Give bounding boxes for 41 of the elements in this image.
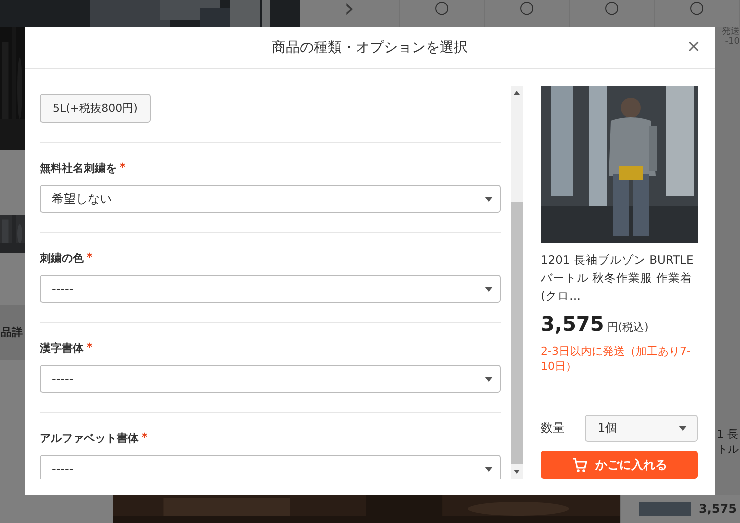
add-to-cart-button[interactable]: かごに入れる <box>541 451 698 479</box>
scroll-down-icon[interactable] <box>514 470 520 474</box>
field-label: 漢字書体 <box>40 341 84 356</box>
product-price: 3,575 <box>699 502 737 516</box>
price-unit: 円(税込) <box>607 320 649 335</box>
cart-icon <box>572 458 588 472</box>
radio-mark[interactable]: ○ <box>690 0 704 17</box>
close-button[interactable]: × <box>684 37 703 57</box>
field-label: 無料社名刺繍を <box>40 161 117 176</box>
shipping-info: 2-3日以内に発送（加工あり7-10日） <box>541 344 692 374</box>
required-mark: * <box>87 251 93 266</box>
field-label: 刺繍の色 <box>40 251 84 266</box>
field-label: アルファベット書体 <box>40 431 139 446</box>
product-name-line: トル <box>717 442 740 457</box>
caret-icon <box>485 196 493 202</box>
option-chip[interactable]: 5L(+税抜800円) <box>40 94 151 123</box>
required-mark: * <box>120 161 126 176</box>
caret-icon <box>679 426 687 431</box>
quantity-label: 数量 <box>541 420 565 437</box>
thumbnail <box>639 502 691 516</box>
section-heading: 品詳 <box>1 325 23 340</box>
product-name-line: 1 長 <box>717 427 740 442</box>
required-mark: * <box>87 341 93 356</box>
quantity-dropdown[interactable]: 1個 <box>585 415 698 442</box>
dropdown[interactable]: 希望しない <box>40 185 501 213</box>
dropdown[interactable]: ----- <box>40 275 501 303</box>
required-mark: * <box>142 431 148 446</box>
scrollbar[interactable] <box>511 86 523 479</box>
caret-icon <box>485 286 493 292</box>
radio-mark[interactable]: ○ <box>604 0 620 17</box>
dropdown[interactable]: ----- <box>40 455 501 479</box>
radio-mark[interactable]: ○ <box>520 0 534 17</box>
product-name: 1201 長袖ブルゾン BURTLE バートル 秋冬作業服 作業着 (クロ… <box>541 252 695 305</box>
scroll-up-icon[interactable] <box>514 91 520 95</box>
dropdown[interactable]: ----- <box>40 365 501 393</box>
caret-icon <box>485 466 493 472</box>
radio-mark[interactable]: ○ <box>434 0 450 17</box>
scrollbar-thumb[interactable] <box>511 202 523 464</box>
caret-icon <box>485 376 493 382</box>
dialog-title: 商品の種類・オプションを選択 <box>272 38 468 56</box>
price: 3,575 <box>541 312 604 336</box>
